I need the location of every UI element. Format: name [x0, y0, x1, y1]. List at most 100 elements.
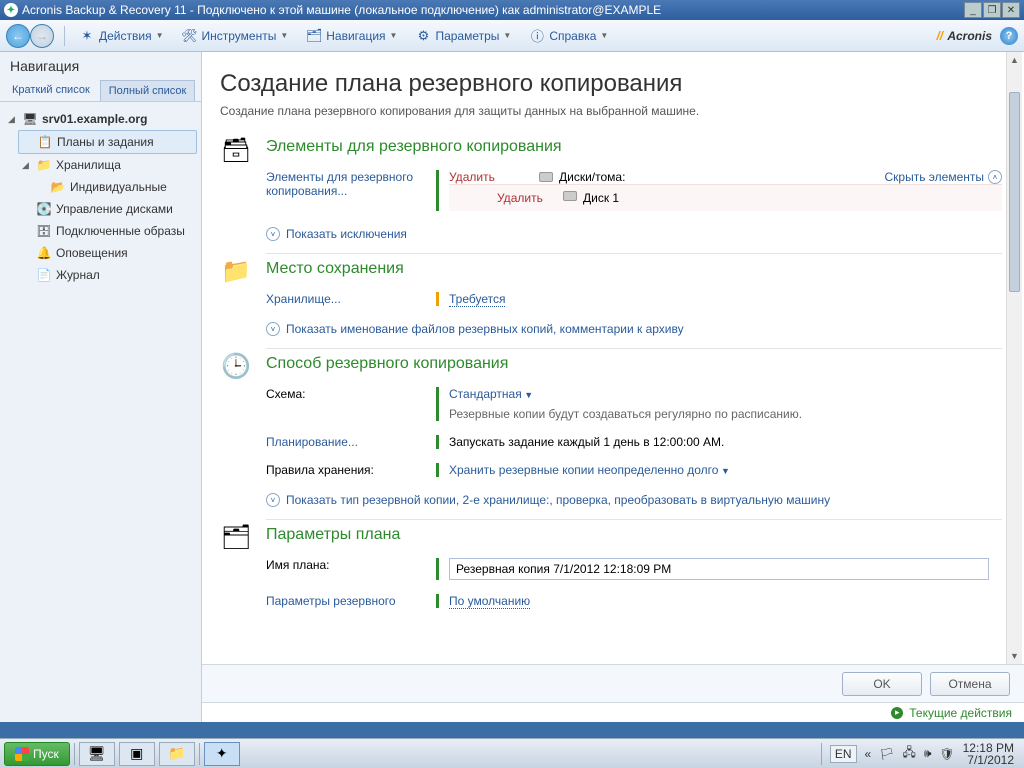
chevron-down-icon: ▼ [503, 31, 511, 40]
scroll-up-icon[interactable]: ▲ [1007, 52, 1022, 68]
show-exclusions-link[interactable]: ˅ Показать исключения [266, 221, 1002, 247]
taskbar-explorer-icon[interactable]: 📁 [159, 742, 195, 766]
chevron-down-icon: ˅ [266, 227, 280, 241]
chevron-down-icon: ˅ [266, 322, 280, 336]
taskbar-separator [821, 743, 822, 765]
vertical-scrollbar[interactable]: ▲ ▼ [1006, 52, 1022, 664]
scrollbar-thumb[interactable] [1009, 92, 1020, 292]
tab-full-list[interactable]: Полный список [100, 80, 196, 101]
navigation-menu[interactable]: 🗂 Навигация ▼ [302, 26, 401, 46]
tree-node-plans[interactable]: 📋 Планы и задания [18, 130, 197, 154]
hide-items-toggle[interactable]: Скрыть элементы ˄ [884, 170, 1002, 184]
language-indicator[interactable]: EN [830, 745, 857, 763]
taskbar-separator [74, 743, 75, 765]
show-naming-link[interactable]: ˅ Показать именование файлов резервных к… [266, 316, 1002, 342]
minimize-button[interactable]: _ [964, 2, 982, 18]
actions-icon: ✶ [79, 28, 95, 44]
tools-icon: 🛠 [182, 28, 198, 44]
log-icon: 📄 [36, 267, 52, 283]
plan-name-input[interactable] [449, 558, 989, 580]
clock-date: 7/1/2012 [963, 754, 1014, 766]
status-bar[interactable]: ▸ Текущие действия [202, 702, 1024, 722]
nav-back-button[interactable]: ← [6, 24, 30, 48]
delete-link[interactable]: Удалить [449, 170, 539, 184]
tree-node-mounted[interactable]: 🗄 Подключенные образы [18, 220, 197, 242]
current-tasks-label: Текущие действия [909, 706, 1012, 720]
tree-node-disk-mgmt[interactable]: 💽 Управление дисками [18, 198, 197, 220]
scroll-down-icon[interactable]: ▼ [1007, 648, 1022, 664]
close-button[interactable]: ✕ [1002, 2, 1020, 18]
collapse-icon[interactable]: ◢ [8, 114, 18, 125]
gear-icon: ⚙ [415, 28, 431, 44]
items-to-backup-link[interactable]: Элементы для резервного копирования... [266, 170, 413, 198]
required-link[interactable]: Требуется [449, 292, 505, 307]
chevron-down-icon: ▼ [600, 31, 608, 40]
chevron-down-icon: ˅ [266, 493, 280, 507]
tab-short-list[interactable]: Краткий список [4, 80, 98, 101]
tree-root-machine[interactable]: ◢ 🖥 srv01.example.org [4, 108, 197, 130]
options-label: Параметры [435, 29, 499, 43]
disks-volumes-label: Диски/тома: [559, 170, 625, 184]
backup-params-link[interactable]: Параметры резервного [266, 594, 396, 608]
help-button[interactable]: ? [1000, 27, 1018, 45]
start-button[interactable]: Пуск [4, 742, 70, 766]
taskbar: Пуск 🖥 ▣ 📁 ✦ EN « 🏳 🖧 🕪 🛡 12:18 PM 7/1/2… [0, 738, 1024, 768]
show-naming-label: Показать именование файлов резервных коп… [286, 322, 684, 336]
chevron-down-icon: ▼ [280, 31, 288, 40]
tree-label: Хранилища [56, 158, 121, 172]
tools-menu[interactable]: 🛠 Инструменты ▼ [178, 26, 293, 46]
tray-network-icon[interactable]: 🖧 [902, 743, 915, 764]
restore-button[interactable]: ❐ [983, 2, 1001, 18]
nav-forward-button[interactable]: → [30, 24, 54, 48]
plan-name-label: Имя плана: [266, 558, 426, 586]
actions-menu[interactable]: ✶ Действия ▼ [75, 26, 168, 46]
tray-flag-icon[interactable]: 🏳 [879, 747, 894, 761]
image-icon: 🗄 [36, 223, 52, 239]
navigation-tree: ◢ 🖥 srv01.example.org 📋 Планы и задания … [0, 102, 201, 292]
clock[interactable]: 12:18 PM 7/1/2012 [963, 742, 1014, 766]
help-menu[interactable]: ⓘ Справка ▼ [525, 26, 612, 46]
disk1-label: Диск 1 [583, 191, 619, 205]
main-toolbar: ← → ✶ Действия ▼ 🛠 Инструменты ▼ 🗂 Навиг… [0, 20, 1024, 52]
system-tray: EN « 🏳 🖧 🕪 🛡 12:18 PM 7/1/2012 [821, 742, 1020, 766]
scheme-label: Схема: [266, 387, 426, 427]
scheme-description: Резервные копии будут создаваться регуля… [449, 407, 1002, 421]
plan-section-icon: 🗂 [220, 521, 252, 553]
tree-node-alerts[interactable]: 🔔 Оповещения [18, 242, 197, 264]
cancel-button[interactable]: Отмена [930, 672, 1010, 696]
chevron-down-icon: ▼ [390, 31, 398, 40]
actions-label: Действия [99, 29, 152, 43]
window-title: Acronis Backup & Recovery 11 - Подключен… [22, 3, 964, 17]
tray-shield-icon[interactable]: 🛡 [939, 747, 954, 761]
taskbar-server-icon[interactable]: 🖥 [79, 742, 115, 766]
taskbar-acronis-button[interactable]: ✦ [204, 742, 240, 766]
collapse-icon[interactable]: ◢ [22, 160, 32, 171]
delete-disk1-link[interactable]: Удалить [497, 191, 563, 205]
navigation-label: Навигация [326, 29, 385, 43]
location-section-icon: 📁 [220, 255, 252, 287]
show-backup-type-label: Показать тип резервной копии, 2-е хранил… [286, 493, 830, 507]
taskbar-powershell-icon[interactable]: ▣ [119, 742, 155, 766]
tree-node-vaults[interactable]: ◢ 📁 Хранилища [18, 154, 197, 176]
tree-label: Индивидуальные [70, 180, 167, 194]
scheme-dropdown[interactable]: Стандартная [449, 387, 533, 401]
show-backup-type-link[interactable]: ˅ Показать тип резервной копии, 2-е хран… [266, 487, 1002, 513]
tray-sound-icon[interactable]: 🕪 [924, 746, 932, 761]
section-heading-plan: Параметры плана [266, 520, 1002, 554]
vault-link[interactable]: Хранилище... [266, 292, 341, 306]
default-link[interactable]: По умолчанию [449, 594, 530, 609]
options-menu[interactable]: ⚙ Параметры ▼ [411, 26, 515, 46]
show-exclusions-label: Показать исключения [286, 227, 407, 241]
retention-dropdown[interactable]: Хранить резервные копии неопределенно до… [449, 463, 730, 477]
tree-label: Планы и задания [57, 135, 154, 149]
tree-label: Подключенные образы [56, 224, 185, 238]
tray-expand-icon[interactable]: « [865, 747, 872, 761]
vault-icon: 📁 [36, 157, 52, 173]
disk-icon [563, 191, 577, 201]
ok-button[interactable]: OK [842, 672, 922, 696]
schedule-link[interactable]: Планирование... [266, 435, 358, 449]
chevron-up-icon: ˄ [988, 170, 1002, 184]
tree-node-individual[interactable]: 📂 Индивидуальные [32, 176, 197, 198]
tree-node-log[interactable]: 📄 Журнал [18, 264, 197, 286]
clock-time: 12:18 PM [963, 742, 1014, 754]
